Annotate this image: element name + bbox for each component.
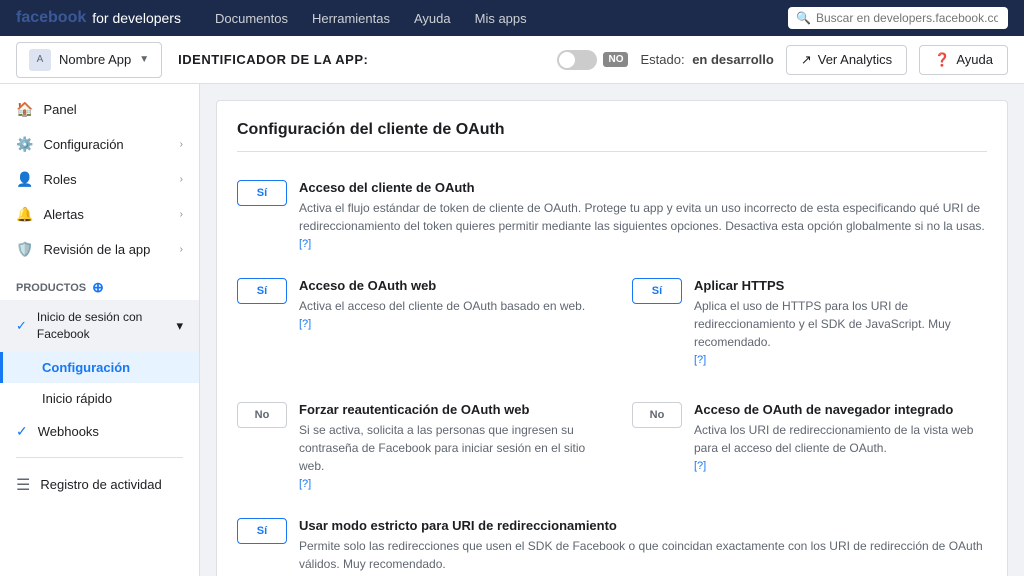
oauth-item-cliente: Sí Acceso del cliente de OAuth Activa el… — [237, 172, 987, 258]
search-wrapper: 🔍 — [788, 7, 1008, 29]
help-link-web[interactable]: [?] — [299, 318, 311, 330]
oauth-item-https: Sí Aplicar HTTPS Aplica el uso de HTTPS … — [632, 270, 987, 374]
check-circle-icon-2: ✓ — [16, 423, 28, 440]
oauth-config-panel: Configuración del cliente de OAuth Sí Ac… — [216, 100, 1008, 576]
sidebar-label-alertas: Alertas — [43, 207, 83, 222]
sidebar-item-alertas[interactable]: 🔔 Alertas › — [0, 197, 199, 232]
oauth-item-browser: No Acceso de OAuth de navegador integrad… — [632, 394, 987, 498]
sidebar-item-revision[interactable]: 🛡️ Revisión de la app › — [0, 232, 199, 267]
search-input[interactable] — [788, 7, 1008, 29]
sidebar-label-panel: Panel — [43, 102, 76, 117]
sidebar-label-registro: Registro de actividad — [40, 477, 161, 492]
chevron-down-icon: ▼ — [139, 54, 149, 65]
help-link-https[interactable]: [?] — [694, 354, 706, 366]
bell-icon: 🔔 — [16, 206, 33, 223]
oauth-item-strict: Sí Usar modo estricto para URI de redire… — [237, 510, 987, 576]
chevron-right-icon: › — [180, 139, 183, 150]
oauth-item-reauth: No Forzar reautenticación de OAuth web S… — [237, 394, 592, 498]
top-navigation: facebook for developers Documentos Herra… — [0, 0, 1024, 36]
sidebar-sub-item-configuracion[interactable]: Configuración — [0, 352, 199, 383]
sidebar-item-registro[interactable]: ☰ Registro de actividad — [0, 466, 199, 504]
productos-section-label: PRODUCTOS ⊕ — [0, 267, 199, 300]
oauth-text-web: Acceso de OAuth web Activa el acceso del… — [299, 278, 585, 330]
toggle-reauth[interactable]: No — [237, 402, 287, 428]
app-id-label: IDENTIFICADOR DE LA APP: — [178, 52, 368, 67]
brand-logo[interactable]: facebook for developers — [16, 9, 181, 27]
main-layout: 🏠 Panel ⚙️ Configuración › 👤 Roles › 🔔 A… — [0, 84, 1024, 576]
dev-mode-toggle[interactable] — [557, 50, 597, 70]
nav-links: Documentos Herramientas Ayuda Mis apps — [205, 7, 537, 30]
search-icon: 🔍 — [796, 11, 811, 25]
subheader: A Nombre App ▼ IDENTIFICADOR DE LA APP: … — [0, 36, 1024, 84]
main-content: Configuración del cliente de OAuth Sí Ac… — [200, 84, 1024, 576]
sidebar-label-webhooks: Webhooks — [38, 424, 99, 439]
sidebar-label-revision: Revisión de la app — [43, 242, 150, 257]
analytics-button[interactable]: ↗ Ver Analytics — [786, 45, 907, 75]
home-icon: 🏠 — [16, 101, 33, 118]
sidebar-label-configuracion: Configuración — [43, 137, 123, 152]
sidebar-item-login-facebook[interactable]: ✓ Inicio de sesión con Facebook ▾ — [0, 300, 199, 352]
sidebar-label-roles: Roles — [43, 172, 76, 187]
toggle-oauth-web[interactable]: Sí — [237, 278, 287, 304]
sidebar: 🏠 Panel ⚙️ Configuración › 👤 Roles › 🔔 A… — [0, 84, 200, 576]
panel-title: Configuración del cliente de OAuth — [237, 121, 987, 152]
toggle-no-badge: NO — [603, 52, 628, 67]
search-container: 🔍 — [788, 7, 1008, 29]
sidebar-sub-item-inicio-rapido[interactable]: Inicio rápido — [0, 383, 199, 414]
nav-documentos[interactable]: Documentos — [205, 7, 298, 30]
oauth-text-reauth: Forzar reautenticación de OAuth web Si s… — [299, 402, 592, 490]
oauth-text-strict: Usar modo estricto para URI de redirecci… — [299, 518, 987, 576]
person-icon: 👤 — [16, 171, 33, 188]
nav-mis-apps[interactable]: Mis apps — [465, 7, 537, 30]
toggle-browser[interactable]: No — [632, 402, 682, 428]
add-product-icon[interactable]: ⊕ — [92, 279, 104, 296]
app-name: Nombre App — [59, 52, 131, 67]
sidebar-item-roles[interactable]: 👤 Roles › — [0, 162, 199, 197]
oauth-grid: Sí Acceso de OAuth web Activa el acceso … — [237, 270, 987, 498]
brand-rest: for developers — [92, 10, 181, 26]
help-link-reauth[interactable]: [?] — [299, 478, 311, 490]
oauth-text-browser: Acceso de OAuth de navegador integrado A… — [694, 402, 987, 472]
subheader-right: NO Estado: en desarrollo ↗ Ver Analytics… — [557, 45, 1008, 75]
chevron-down-icon-2: ▾ — [176, 318, 183, 334]
oauth-text-https: Aplicar HTTPS Aplica el uso de HTTPS par… — [694, 278, 987, 366]
sidebar-divider — [16, 457, 183, 458]
gear-icon: ⚙️ — [16, 136, 33, 153]
app-icon: A — [29, 49, 51, 71]
chevron-right-icon-4: › — [180, 244, 183, 255]
chevron-right-icon-2: › — [180, 174, 183, 185]
chevron-right-icon-3: › — [180, 209, 183, 220]
help-icon: ❓ — [934, 52, 950, 68]
help-link-cliente[interactable]: [?] — [299, 238, 311, 250]
toggle-https[interactable]: Sí — [632, 278, 682, 304]
sidebar-label-login: Inicio de sesión con Facebook — [37, 309, 167, 343]
toggle-strict[interactable]: Sí — [237, 518, 287, 544]
oauth-text-cliente: Acceso del cliente de OAuth Activa el fl… — [299, 180, 987, 250]
help-button[interactable]: ❓ Ayuda — [919, 45, 1008, 75]
sidebar-item-configuracion[interactable]: ⚙️ Configuración › — [0, 127, 199, 162]
app-selector[interactable]: A Nombre App ▼ — [16, 42, 162, 78]
list-icon: ☰ — [16, 475, 30, 495]
shield-icon: 🛡️ — [16, 241, 33, 258]
estado-label: Estado: en desarrollo — [640, 52, 773, 67]
check-circle-icon: ✓ — [16, 318, 27, 334]
sidebar-item-webhooks[interactable]: ✓ Webhooks — [0, 414, 199, 449]
sidebar-item-panel[interactable]: 🏠 Panel — [0, 92, 199, 127]
brand-facebook: facebook — [16, 9, 86, 27]
nav-ayuda[interactable]: Ayuda — [404, 7, 461, 30]
oauth-item-web: Sí Acceso de OAuth web Activa el acceso … — [237, 270, 592, 374]
dev-toggle-wrap: NO — [557, 50, 628, 70]
analytics-icon: ↗ — [801, 52, 812, 68]
help-link-browser[interactable]: [?] — [694, 460, 706, 472]
nav-herramientas[interactable]: Herramientas — [302, 7, 400, 30]
toggle-oauth-cliente[interactable]: Sí — [237, 180, 287, 206]
